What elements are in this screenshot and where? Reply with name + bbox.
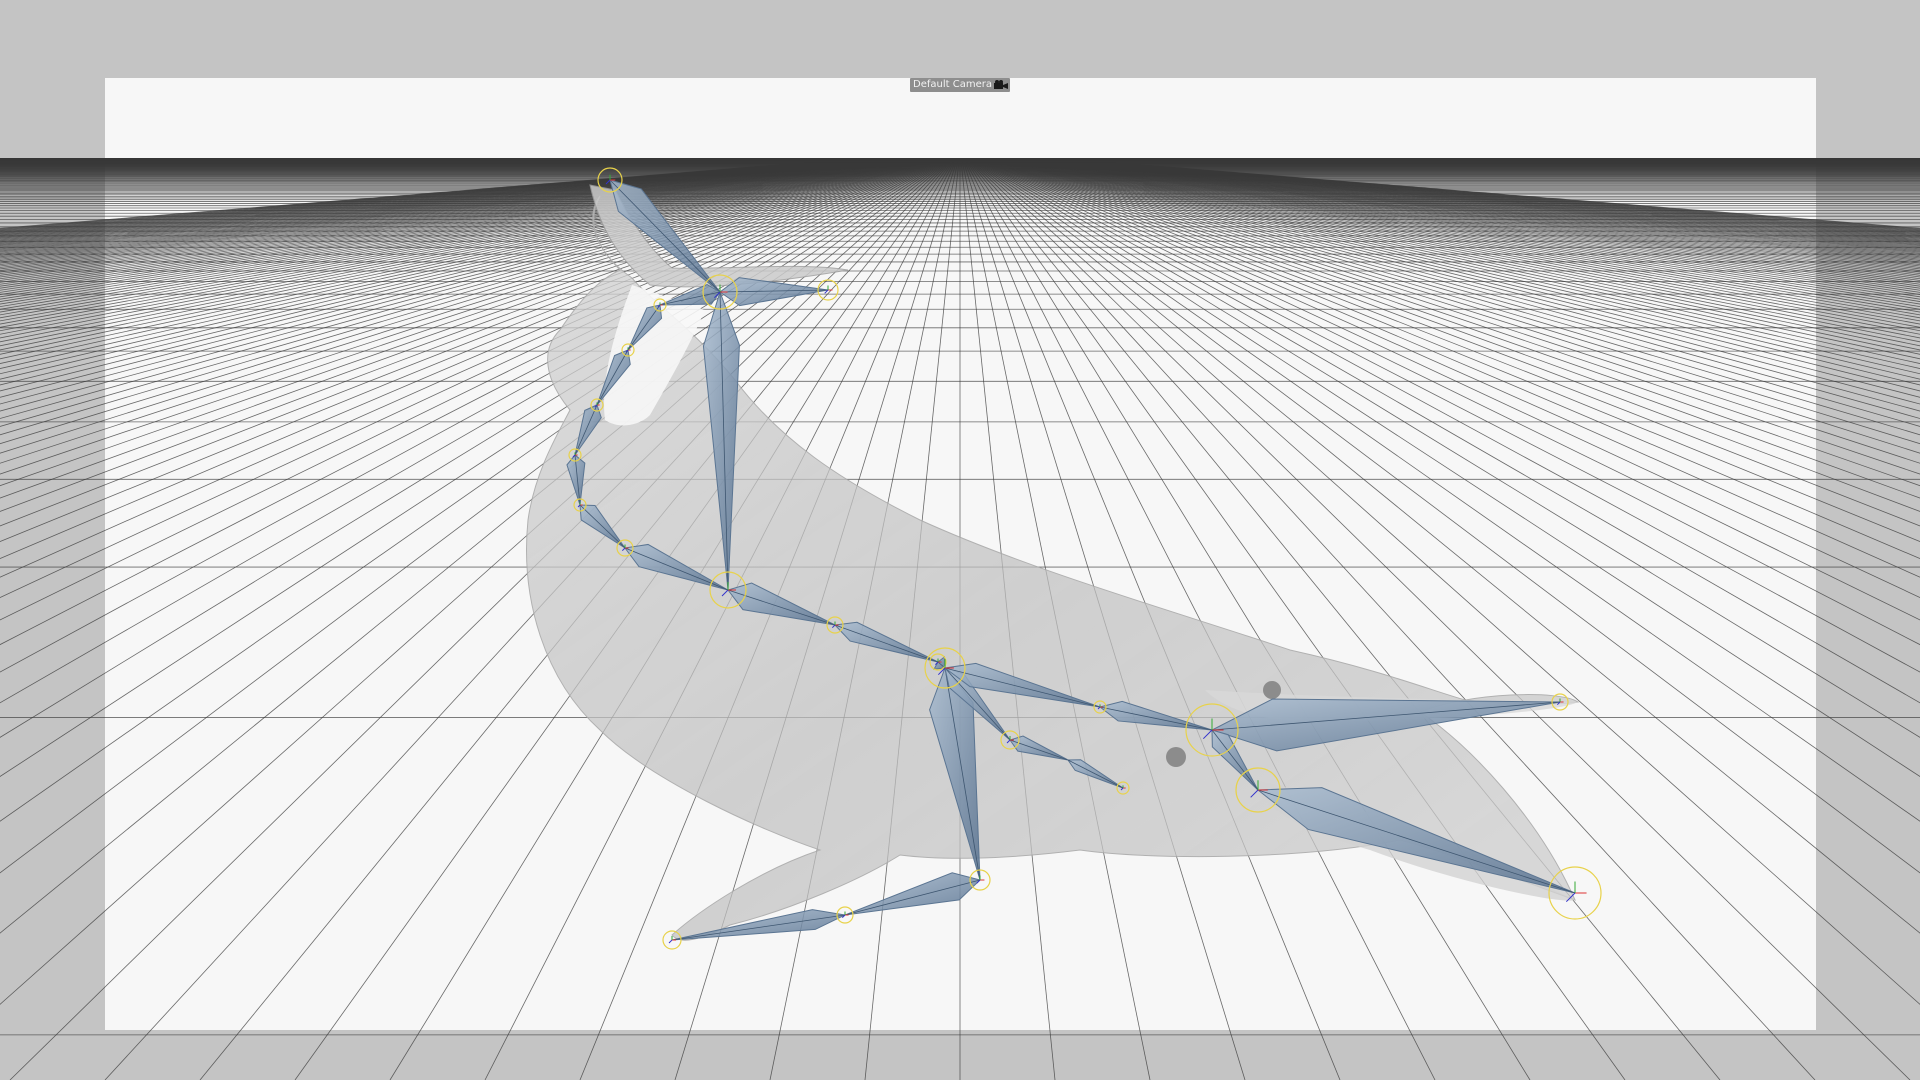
camera-label[interactable]: Default Camera [910,78,1010,92]
camera-label-text: Default Camera [913,79,992,90]
eye-marker [1263,681,1281,699]
3d-viewport[interactable] [0,0,1920,1080]
eye-marker [1166,747,1186,767]
camera-icon [993,80,1008,89]
